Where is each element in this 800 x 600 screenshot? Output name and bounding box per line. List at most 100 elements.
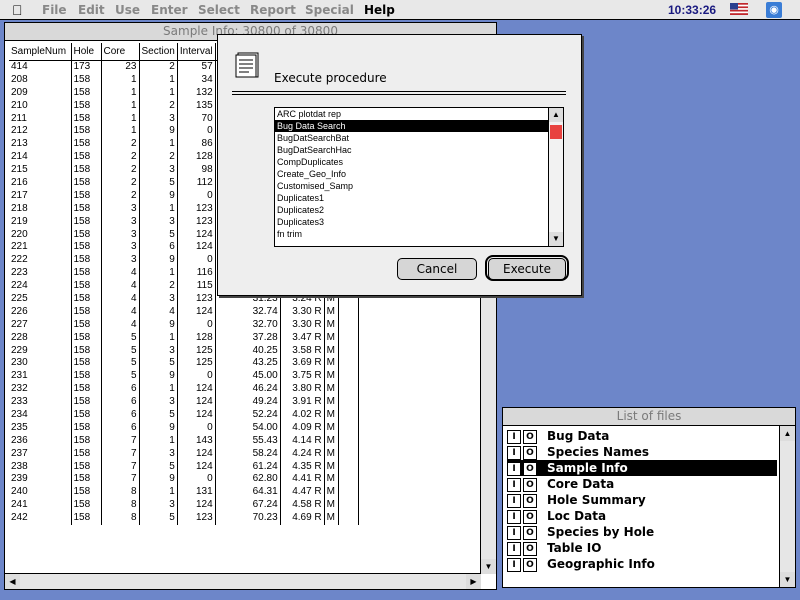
table-cell[interactable]: 3 <box>139 447 178 461</box>
table-cell[interactable]: 4.47 R <box>280 485 325 499</box>
table-cell[interactable]: 124 <box>177 447 216 461</box>
table-cell[interactable]: 9 <box>139 421 178 435</box>
table-cell[interactable]: 57 <box>177 60 216 74</box>
table-cell[interactable]: 4.41 R <box>280 473 325 486</box>
table-cell[interactable]: 221 <box>9 240 72 254</box>
table-cell[interactable]: 158 <box>71 124 102 138</box>
input-toggle-icon[interactable]: I <box>507 541 521 556</box>
table-cell[interactable]: 4 <box>101 305 140 319</box>
table-cell[interactable]: 2 <box>101 163 140 177</box>
table-cell[interactable]: 4.58 R <box>280 498 325 512</box>
table-cell[interactable]: 224 <box>9 279 72 293</box>
procedure-list-item[interactable]: Create_Geo_Info <box>275 168 551 180</box>
output-toggle-icon[interactable]: O <box>523 477 537 492</box>
table-row[interactable]: 239 158 7 9 0 62.80 4.41 RM <box>9 473 359 486</box>
output-toggle-icon[interactable]: O <box>523 541 537 556</box>
procedure-list-scrollbar[interactable]: ▲ ▼ <box>548 108 563 246</box>
file-list-item[interactable]: I O Hole Summary <box>507 492 777 508</box>
input-toggle-icon[interactable]: I <box>507 445 521 460</box>
column-header[interactable]: Interval <box>177 43 216 61</box>
table-cell[interactable]: 158 <box>71 215 102 229</box>
table-cell[interactable]: 1 <box>101 86 140 100</box>
table-cell[interactable]: 227 <box>9 318 72 332</box>
table-cell[interactable]: M <box>324 356 339 370</box>
table-cell[interactable]: M <box>324 511 339 525</box>
table-cell[interactable]: M <box>324 395 339 409</box>
table-cell[interactable]: 3 <box>139 215 178 229</box>
table-cell[interactable]: 158 <box>71 292 102 306</box>
table-cell[interactable]: 3 <box>139 498 178 512</box>
table-row[interactable]: 237 158 7 3 124 58.24 4.24 RM <box>9 447 359 461</box>
table-cell[interactable]: 86 <box>177 137 216 151</box>
file-list-item[interactable]: I O Table IO <box>507 540 777 556</box>
output-toggle-icon[interactable]: O <box>523 461 537 476</box>
menu-use[interactable]: Use <box>115 2 140 18</box>
table-cell[interactable]: 230 <box>9 356 72 370</box>
table-cell[interactable]: 158 <box>71 408 102 422</box>
table-cell[interactable]: 4.14 R <box>280 434 325 448</box>
table-cell[interactable]: 158 <box>71 189 102 203</box>
table-cell[interactable]: 158 <box>71 253 102 267</box>
table-cell[interactable]: 23 <box>101 60 140 74</box>
table-cell[interactable]: 1 <box>139 266 178 280</box>
table-cell[interactable]: 158 <box>71 434 102 448</box>
table-cell[interactable]: 235 <box>9 421 72 435</box>
table-cell[interactable]: 158 <box>71 382 102 396</box>
table-cell[interactable]: 67.24 <box>215 498 281 512</box>
output-toggle-icon[interactable]: O <box>523 525 537 540</box>
table-cell[interactable]: 1 <box>139 382 178 396</box>
table-cell[interactable]: 143 <box>177 434 216 448</box>
table-cell[interactable]: 8 <box>101 511 140 525</box>
table-cell[interactable]: 3.30 R <box>280 318 325 332</box>
table-cell[interactable]: 5 <box>101 356 140 370</box>
table-row[interactable]: 236 158 7 1 143 55.43 4.14 RM <box>9 434 359 448</box>
table-cell[interactable]: 242 <box>9 511 72 525</box>
table-cell[interactable]: M <box>324 498 339 512</box>
table-cell[interactable] <box>338 305 359 319</box>
table-cell[interactable]: 158 <box>71 395 102 409</box>
table-cell[interactable]: 124 <box>177 382 216 396</box>
table-cell[interactable]: M <box>324 318 339 332</box>
table-cell[interactable]: 3 <box>101 215 140 229</box>
table-cell[interactable]: 3 <box>139 395 178 409</box>
table-cell[interactable]: 5 <box>139 356 178 370</box>
scroll-down-arrow-icon[interactable]: ▼ <box>549 232 563 246</box>
table-cell[interactable]: M <box>324 473 339 486</box>
table-cell[interactable]: 4 <box>101 266 140 280</box>
table-cell[interactable]: 158 <box>71 228 102 241</box>
scroll-thumb[interactable] <box>550 125 562 139</box>
scroll-right-arrow-icon[interactable]: ▶ <box>466 574 481 589</box>
table-cell[interactable]: 2 <box>101 150 140 164</box>
table-cell[interactable]: 6 <box>139 240 178 254</box>
table-cell[interactable]: 3 <box>101 253 140 267</box>
vertical-scrollbar[interactable]: ▲ ▼ <box>779 426 795 587</box>
table-cell[interactable]: 3.47 R <box>280 331 325 345</box>
file-list-item[interactable]: I O Bug Data <box>507 428 777 444</box>
table-cell[interactable]: 158 <box>71 279 102 293</box>
table-cell[interactable]: 5 <box>101 369 140 383</box>
table-cell[interactable]: 6 <box>101 395 140 409</box>
table-cell[interactable]: 3.91 R <box>280 395 325 409</box>
table-cell[interactable]: 219 <box>9 215 72 229</box>
table-cell[interactable]: 4.02 R <box>280 408 325 422</box>
menu-help[interactable]: Help <box>364 2 395 18</box>
table-cell[interactable]: 1 <box>139 202 178 216</box>
column-header[interactable]: SampleNum <box>9 43 72 61</box>
table-cell[interactable]: 0 <box>177 421 216 435</box>
table-cell[interactable]: 124 <box>177 498 216 512</box>
horizontal-scrollbar[interactable]: ◀ ▶ <box>5 573 481 589</box>
table-cell[interactable] <box>338 318 359 332</box>
table-cell[interactable]: 173 <box>71 60 102 74</box>
table-cell[interactable]: 1 <box>101 99 140 113</box>
table-cell[interactable]: 158 <box>71 99 102 113</box>
table-cell[interactable]: 8 <box>101 498 140 512</box>
table-cell[interactable]: 124 <box>177 240 216 254</box>
table-cell[interactable]: 55.43 <box>215 434 281 448</box>
table-cell[interactable]: 158 <box>71 473 102 486</box>
table-cell[interactable]: 3 <box>101 202 140 216</box>
table-cell[interactable]: 158 <box>71 202 102 216</box>
table-row[interactable]: 231 158 5 9 0 45.00 3.75 RM <box>9 369 359 383</box>
table-cell[interactable] <box>338 395 359 409</box>
table-cell[interactable]: 61.24 <box>215 460 281 473</box>
scroll-up-arrow-icon[interactable]: ▲ <box>549 108 563 122</box>
